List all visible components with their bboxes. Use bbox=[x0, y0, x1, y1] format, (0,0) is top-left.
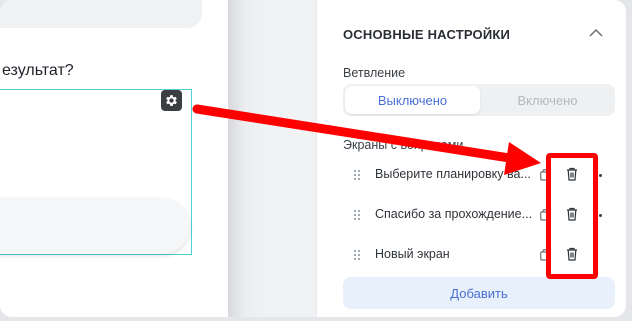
window-edge bbox=[626, 0, 632, 321]
app-frame: езультат? ОСНОВНЫЕ НАСТРОЙКИ Ветвление В… bbox=[0, 0, 626, 317]
annotation-highlight-box bbox=[546, 153, 598, 279]
annotation-arrow bbox=[192, 104, 541, 175]
